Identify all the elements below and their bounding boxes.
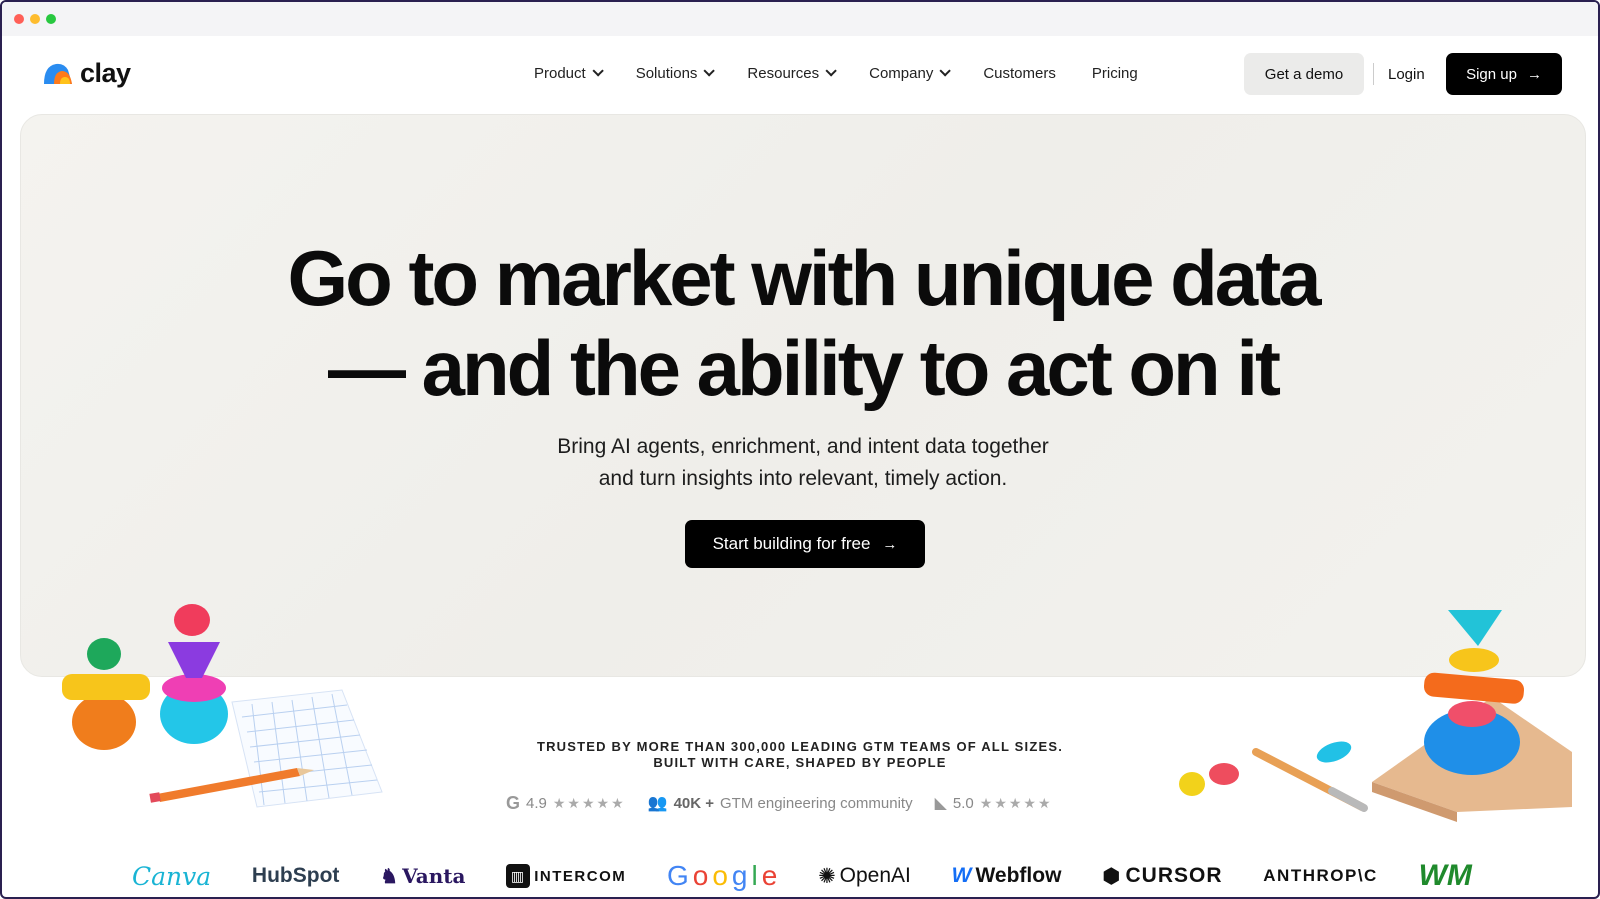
capterra-logo-icon: ◣ xyxy=(934,795,947,812)
menu-label: Pricing xyxy=(1091,64,1138,82)
main-menu: Product Solutions Resources Company Cust… xyxy=(534,62,1174,84)
g2-logo-icon: G xyxy=(506,792,521,813)
webflow-wordmark: Webflow xyxy=(975,864,1062,887)
close-window-button[interactable] xyxy=(14,14,24,24)
menu-label: Company xyxy=(869,64,934,82)
community-count: 40K + xyxy=(673,794,715,812)
chevron-down-icon xyxy=(825,65,837,77)
canva-logo: Canva xyxy=(132,861,212,891)
menu-item-customers[interactable]: Customers xyxy=(983,62,1056,84)
cursor-mark-icon: ⬢ xyxy=(1102,864,1122,888)
openai-logo: ✺ OpenAI xyxy=(818,864,911,889)
cursor-logo: ⬢ CURSOR xyxy=(1102,864,1222,889)
g2-rating: G 4.9 ★★★★★ xyxy=(506,793,626,814)
cursor-wordmark: CURSOR xyxy=(1125,864,1223,887)
maximize-window-button[interactable] xyxy=(46,14,56,24)
logo-wordmark: clay xyxy=(80,57,131,88)
google-logo: Google xyxy=(666,860,778,891)
menu-item-product[interactable]: Product xyxy=(534,62,604,84)
browser-titlebar xyxy=(2,2,1598,36)
trusted-by-banner: TRUSTED BY MORE THAN 300,000 LEADING GTM… xyxy=(2,739,1598,771)
subhead-line-2: and turn insights into relevant, timely … xyxy=(598,467,1008,490)
get-demo-button[interactable]: Get a demo xyxy=(1244,53,1364,95)
intercom-mark-icon: ▥ xyxy=(506,864,531,888)
menu-item-solutions[interactable]: Solutions xyxy=(635,62,716,84)
signup-label: Sign up xyxy=(1466,65,1517,83)
cta-label: Start building for free xyxy=(712,534,871,553)
hero-section: Go to market with unique data — and the … xyxy=(20,114,1586,677)
menu-item-company[interactable]: Company xyxy=(869,62,952,84)
menu-label: Customers xyxy=(983,64,1056,82)
clay-sculpture-illustration-left xyxy=(62,604,383,808)
headline-line-2: — and the ability to act on it xyxy=(327,324,1281,412)
chevron-down-icon xyxy=(592,65,604,77)
arrow-right-icon: → xyxy=(882,535,898,553)
community-stat: 👥 40K + GTM engineering community xyxy=(648,793,913,813)
star-rating-icon: ★★★★★ xyxy=(552,794,626,811)
intercom-logo: ▥ INTERCOM xyxy=(506,864,626,888)
menu-label: Solutions xyxy=(635,64,698,82)
webflow-logo: W Webflow xyxy=(952,864,1062,888)
clay-sculpture-illustration-right xyxy=(1179,610,1572,822)
star-rating-icon: ★★★★★ xyxy=(979,794,1053,811)
hero-subheading: Bring AI agents, enrichment, and intent … xyxy=(21,431,1585,495)
hubspot-logo: HubSpot xyxy=(251,864,340,887)
chevron-down-icon xyxy=(939,65,952,77)
vanta-wordmark: Vanta xyxy=(402,864,466,888)
customer-logos: Canva HubSpot ♞ Vanta ▥ INTERCOM Google ✺ O… xyxy=(132,858,1472,894)
menu-item-resources[interactable]: Resources xyxy=(747,62,837,84)
community-label: GTM engineering community xyxy=(720,794,913,812)
openai-mark-icon: ✺ xyxy=(818,864,836,888)
capterra-score: 5.0 xyxy=(952,794,974,812)
menu-item-pricing[interactable]: Pricing xyxy=(1092,62,1138,84)
hero-headline: Go to market with unique data — and the … xyxy=(21,233,1585,413)
vanta-logo: ♞ Vanta xyxy=(380,864,465,888)
trusted-line-1: TRUSTED BY MORE THAN 300,000 LEADING GTM… xyxy=(536,739,1064,754)
login-link[interactable]: Login xyxy=(1388,63,1425,85)
g2-score: 4.9 xyxy=(526,794,547,812)
vanta-mark-icon: ♞ xyxy=(380,864,399,888)
browser-window: clay Product Solutions Resources Company… xyxy=(0,0,1600,899)
people-icon: 👥 xyxy=(647,795,668,812)
openai-wordmark: OpenAI xyxy=(839,864,911,887)
headline-line-1: Go to market with unique data xyxy=(287,234,1321,322)
menu-label: Product xyxy=(534,64,586,82)
minimize-window-button[interactable] xyxy=(30,14,40,24)
wm-logo: WM xyxy=(1418,859,1472,892)
clay-logo-icon xyxy=(42,60,76,86)
arrow-right-icon: → xyxy=(1526,65,1542,83)
capterra-rating: ◣ 5.0 ★★★★★ xyxy=(935,793,1053,813)
anthropic-logo: ANTHROP\C xyxy=(1263,866,1378,885)
nav-divider xyxy=(1373,63,1374,85)
webflow-mark-icon: W xyxy=(951,864,972,887)
subhead-line-1: Bring AI agents, enrichment, and intent … xyxy=(557,435,1049,458)
start-building-button[interactable]: Start building for free → xyxy=(685,520,925,568)
social-proof-stats: G 4.9 ★★★★★ 👥 40K + GTM engineering comm… xyxy=(506,791,1053,815)
trusted-line-2: BUILT WITH CARE, SHAPED BY PEOPLE xyxy=(653,755,947,770)
menu-label: Resources xyxy=(747,64,820,82)
top-navigation: clay Product Solutions Resources Company… xyxy=(2,36,1598,114)
clay-logo[interactable]: clay xyxy=(42,56,131,90)
signup-button[interactable]: Sign up → xyxy=(1446,53,1562,95)
intercom-wordmark: INTERCOM xyxy=(534,867,627,885)
chevron-down-icon xyxy=(703,65,716,77)
